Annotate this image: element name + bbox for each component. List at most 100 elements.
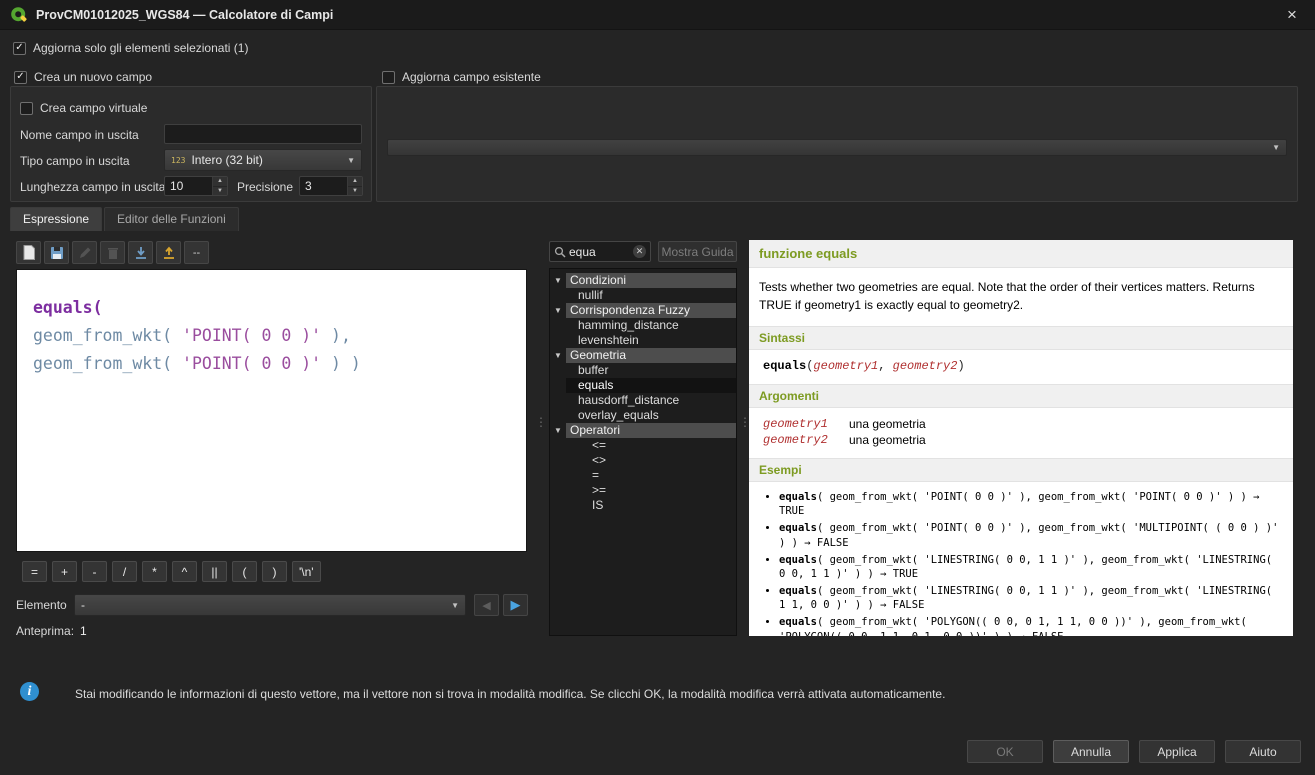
preview-value: 1 (80, 624, 87, 638)
save-expression-icon (50, 246, 64, 260)
spin-up-button[interactable]: ▲ (213, 177, 227, 187)
spin-up-button[interactable]: ▲ (348, 177, 362, 187)
apply-button[interactable]: Applica (1139, 740, 1215, 763)
function-search-box: ✕ (549, 241, 651, 262)
operator-button[interactable]: || (202, 561, 227, 582)
function-item[interactable]: hausdorff_distance (566, 393, 736, 408)
operator-button[interactable]: '\n' (292, 561, 321, 582)
function-search-input[interactable] (569, 245, 630, 259)
create-new-field-body: Crea campo virtuale Nome campo in uscita… (10, 86, 372, 202)
examples-list: equals( geom_from_wkt( 'POINT( 0 0 )' ),… (749, 482, 1293, 636)
close-button[interactable]: × (1279, 2, 1305, 28)
operator-button[interactable]: + (52, 561, 77, 582)
function-item[interactable]: >= (566, 483, 736, 498)
function-item[interactable]: hamming_distance (566, 318, 736, 333)
splitter-handle[interactable]: ⋮ (535, 415, 543, 455)
edit-mode-message: Stai modificando le informazioni di ques… (75, 687, 945, 701)
new-expression-icon (22, 245, 36, 260)
save-expression-button[interactable] (44, 241, 69, 264)
function-item[interactable]: levenshtein (566, 333, 736, 348)
syntax-signature: equals(geometry1, geometry2) (749, 350, 1293, 384)
spin-value: 3 (300, 177, 347, 195)
preview-label: Anteprima: (16, 624, 74, 638)
edit-expression-icon (78, 246, 92, 260)
operator-button[interactable]: ) (262, 561, 287, 582)
help-title: funzione equals (749, 240, 1293, 268)
clear-search-icon[interactable]: ✕ (633, 245, 646, 258)
spin-down-button[interactable]: ▼ (213, 187, 227, 196)
operator-button[interactable]: * (142, 561, 167, 582)
operator-button[interactable]: - (82, 561, 107, 582)
check-icon: ✓ (16, 72, 24, 82)
title-bar: ProvCM01012025_WGS84 — Calcolatore di Ca… (0, 0, 1315, 30)
dialog-buttons: OK Annulla Applica Aiuto (967, 740, 1301, 763)
operator-button[interactable]: = (22, 561, 47, 582)
combo-value: Intero (32 bit) (191, 153, 262, 167)
ok-button[interactable]: OK (967, 740, 1043, 763)
operator-button[interactable]: ( (232, 561, 257, 582)
function-tree[interactable]: ▼Condizioninullif▼Corrispondenza Fuzzyha… (549, 268, 737, 636)
update-existing-field-group: Aggiorna campo esistente ▼ (376, 70, 1298, 202)
code-line: equals( (33, 294, 526, 322)
spin-down-button[interactable]: ▼ (348, 187, 362, 196)
arguments-header: Argomenti (749, 384, 1293, 408)
check-icon: ✓ (15, 43, 23, 53)
examples-header: Esempi (749, 458, 1293, 482)
splitter-handle[interactable]: ⋮ (739, 415, 747, 455)
help-button[interactable]: Aiuto (1225, 740, 1301, 763)
syntax-header: Sintassi (749, 326, 1293, 350)
tab-espressione[interactable]: Espressione (10, 207, 102, 231)
output-field-name-input[interactable] (164, 124, 362, 144)
checkbox-box (382, 71, 395, 84)
operator-button[interactable]: / (112, 561, 137, 582)
function-item[interactable]: equals (566, 378, 736, 393)
virtual-field-checkbox[interactable]: Crea campo virtuale (20, 101, 147, 115)
function-item[interactable]: IS (566, 498, 736, 513)
search-icon (554, 246, 566, 258)
function-item[interactable]: overlay_equals (566, 408, 736, 423)
tab-editor-funzioni[interactable]: Editor delle Funzioni (104, 207, 239, 231)
elemento-combo[interactable]: - ▼ (74, 594, 466, 616)
import-expression-button[interactable] (128, 241, 153, 264)
update-selected-checkbox[interactable]: ✓ Aggiorna solo gli elementi selezionati… (13, 41, 248, 55)
update-existing-field-checkbox[interactable]: Aggiorna campo esistente (382, 70, 541, 84)
combo-value: - (81, 598, 85, 612)
next-feature-button[interactable]: ▶ (503, 594, 528, 616)
operator-bar: =+-/*^||()'\n' (22, 561, 321, 582)
export-expression-button[interactable] (156, 241, 181, 264)
function-group-header[interactable]: ▼Condizioni (550, 273, 736, 288)
field-length-spinbox[interactable]: 10 ▲ ▼ (164, 176, 228, 196)
function-group-label: Geometria (566, 348, 736, 363)
existing-field-combo[interactable]: ▼ (387, 139, 1287, 156)
example-item: equals( geom_from_wkt( 'POLYGON(( 0 0, 0… (779, 615, 1279, 636)
function-item[interactable]: buffer (566, 363, 736, 378)
function-group-header[interactable]: ▼Geometria (550, 348, 736, 363)
field-length-label: Lunghezza campo in uscita (20, 180, 165, 194)
chevron-down-icon: ▼ (550, 426, 566, 435)
cancel-button[interactable]: Annulla (1053, 740, 1129, 763)
delete-expression-button[interactable] (100, 241, 125, 264)
operator-button[interactable]: ^ (172, 561, 197, 582)
separator-button[interactable]: -- (184, 241, 209, 264)
spin-value: 10 (165, 177, 212, 195)
checkbox-label: Aggiorna campo esistente (402, 70, 541, 84)
function-item[interactable]: = (566, 468, 736, 483)
code-line: geom_from_wkt( 'POINT( 0 0 )' ), (33, 322, 526, 350)
function-item[interactable]: <> (566, 453, 736, 468)
prev-feature-button[interactable]: ◀ (474, 594, 499, 616)
new-expression-button[interactable] (16, 241, 41, 264)
create-new-field-checkbox[interactable]: ✓ Crea un nuovo campo (14, 70, 152, 84)
function-item[interactable]: nullif (566, 288, 736, 303)
function-group-header[interactable]: ▼Corrispondenza Fuzzy (550, 303, 736, 318)
function-group-label: Condizioni (566, 273, 736, 288)
function-item[interactable]: <= (566, 438, 736, 453)
edit-expression-button[interactable] (72, 241, 97, 264)
preview-row: Anteprima: 1 (16, 624, 87, 638)
create-new-field-group: ✓ Crea un nuovo campo Crea campo virtual… (10, 70, 372, 202)
precision-spinbox[interactable]: 3 ▲ ▼ (299, 176, 363, 196)
expression-editor[interactable]: equals(geom_from_wkt( 'POINT( 0 0 )' ),g… (16, 269, 527, 552)
show-help-button[interactable]: Mostra Guida (658, 241, 737, 262)
function-group-header[interactable]: ▼Operatori (550, 423, 736, 438)
output-field-type-combo[interactable]: 123 Intero (32 bit) ▼ (164, 149, 362, 171)
function-group-label: Operatori (566, 423, 736, 438)
